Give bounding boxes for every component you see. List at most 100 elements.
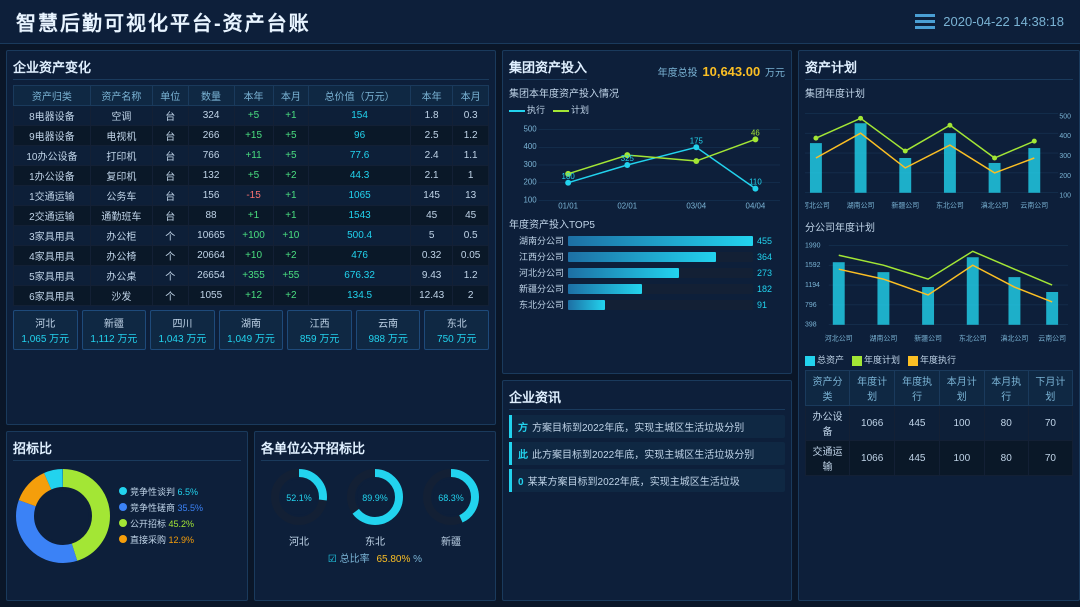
table-cell: 10办公设备	[14, 146, 91, 166]
table-cell: 4家具用具	[14, 246, 91, 266]
region-button[interactable]: 新疆1,112 万元	[82, 310, 147, 350]
top5-label: 湖南分公司	[509, 234, 564, 247]
table-cell: +5	[234, 106, 273, 126]
th-month-exec: 本月执行	[984, 371, 1028, 406]
table-cell: 44.3	[309, 166, 411, 186]
table-cell: 96	[309, 126, 411, 146]
table-cell: 45	[453, 206, 489, 226]
top5-bar-row: 河北分公司 273	[509, 266, 785, 279]
table-cell: 台	[152, 146, 188, 166]
table-cell: 台	[152, 206, 188, 226]
table-cell: 6家具用具	[14, 286, 91, 306]
table-cell: 办公椅	[90, 246, 152, 266]
plan-cell: 445	[895, 441, 940, 476]
table-cell: 1交通运输	[14, 186, 91, 206]
table-cell: 办公柜	[90, 226, 152, 246]
th-qty: 数量	[188, 86, 234, 106]
table-cell: 5家具用具	[14, 266, 91, 286]
pie-legend: 竞争性谈判 6.5% 竞争性磋商 35.5% 公开招标 45.2% 直接采购 1…	[119, 484, 203, 549]
th-month2: 本月	[453, 86, 489, 106]
svg-text:03/04: 03/04	[686, 201, 706, 209]
th-total: 总价值（万元）	[309, 86, 411, 106]
region-button[interactable]: 东北750 万元	[424, 310, 489, 350]
svg-text:300: 300	[523, 160, 537, 169]
th-year-exec: 年度执行	[895, 371, 940, 406]
table-cell: 1065	[309, 186, 411, 206]
line-chart: 500 400 300 200 100 01/01 02/01 03/04 04…	[509, 119, 785, 209]
th-name: 资产名称	[90, 86, 152, 106]
donuts-row: 52.1% 河北 89.9% 东北	[261, 466, 489, 548]
region-button[interactable]: 江西859 万元	[287, 310, 352, 350]
donut-dongbei-label: 东北	[344, 533, 406, 548]
news-text: 此方案目标到2022年底，实现主城区生活垃圾分别	[532, 450, 754, 461]
bottom-left: 招标比	[6, 431, 496, 601]
svg-text:89.9%: 89.9%	[362, 493, 388, 503]
svg-text:100: 100	[523, 195, 537, 204]
asset-plan-panel: 资产计划 集团年度计划 500 400 300 200 100	[798, 50, 1080, 601]
svg-text:东北公司: 东北公司	[959, 334, 987, 343]
table-cell: 1	[453, 166, 489, 186]
svg-text:1990: 1990	[805, 242, 821, 249]
public-bid-panel: 各单位公开招标比 52.1% 河北	[254, 431, 496, 601]
asset-change-title: 企业资产变化	[13, 57, 489, 80]
region-button[interactable]: 云南988 万元	[356, 310, 421, 350]
svg-text:01/01: 01/01	[558, 201, 578, 209]
news-num: 方	[518, 423, 528, 434]
top5-fill	[568, 252, 716, 262]
svg-text:500: 500	[1059, 113, 1071, 120]
table-cell: 26654	[188, 266, 234, 286]
group-asset-panel: 集团资产投入 年度总投 10,643.00 万元 集团本年度资产投入情况 执行 …	[502, 50, 792, 374]
plan-cell: 70	[1028, 406, 1072, 441]
table-cell: 2.1	[410, 166, 452, 186]
region-button[interactable]: 河北1,065 万元	[13, 310, 78, 350]
svg-text:200: 200	[1059, 173, 1071, 180]
table-cell: 500.4	[309, 226, 411, 246]
region-button[interactable]: 湖南1,049 万元	[219, 310, 284, 350]
plan-table: 资产分类 年度计划 年度执行 本月计划 本月执行 下月计划 办公设备106644…	[805, 370, 1073, 476]
table-cell: +15	[234, 126, 273, 146]
table-cell: 1.2	[453, 126, 489, 146]
table-cell: 145	[410, 186, 452, 206]
table-cell: +10	[273, 226, 309, 246]
top5-bar-row: 新疆分公司 182	[509, 282, 785, 295]
table-cell: 12.43	[410, 286, 452, 306]
svg-text:68.3%: 68.3%	[438, 493, 464, 503]
th-year-plan: 年度计划	[850, 371, 895, 406]
svg-text:1592: 1592	[805, 262, 821, 269]
header: 智慧后勤可视化平台-资产台账 2020-04-22 14:38:18	[0, 0, 1080, 44]
svg-text:400: 400	[523, 142, 537, 151]
plan-cell: 445	[895, 406, 940, 441]
table-cell: +355	[234, 266, 273, 286]
svg-text:滇北公司: 滇北公司	[1001, 334, 1029, 343]
top5-bar-row: 湖南分公司 455	[509, 234, 785, 247]
svg-text:02/01: 02/01	[617, 201, 637, 209]
table-cell: 134.5	[309, 286, 411, 306]
group-plan-title: 集团年度计划	[805, 85, 1073, 100]
table-cell: 个	[152, 286, 188, 306]
top5-fill	[568, 268, 679, 278]
table-cell: 20664	[188, 246, 234, 266]
table-cell: 324	[188, 106, 234, 126]
news-item: 方方案目标到2022年底，实现主城区生活垃圾分别	[509, 415, 785, 438]
top5-label: 新疆分公司	[509, 282, 564, 295]
table-cell: +1	[234, 206, 273, 226]
left-column: 企业资产变化 资产归类 资产名称 单位 数量 本年 本月 总价值（万元） 本年 …	[6, 50, 496, 601]
company-plan-chart: 1990 1592 1194 796 398	[805, 237, 1073, 347]
table-cell: 台	[152, 166, 188, 186]
svg-text:500: 500	[523, 124, 537, 133]
top5-track	[568, 268, 753, 278]
table-cell: +100	[234, 226, 273, 246]
news-text: 方案目标到2022年底，实现主城区生活垃圾分别	[532, 423, 744, 434]
svg-text:46: 46	[751, 128, 760, 137]
table-cell: 2.5	[410, 126, 452, 146]
plan-cell: 交通运输	[806, 441, 850, 476]
table-cell: +1	[273, 206, 309, 226]
region-button[interactable]: 四川1,043 万元	[150, 310, 215, 350]
table-cell: +55	[273, 266, 309, 286]
table-cell: 132	[188, 166, 234, 186]
plan-cell: 1066	[850, 406, 895, 441]
svg-text:52.1%: 52.1%	[286, 493, 312, 503]
region-row: 河北1,065 万元新疆1,112 万元四川1,043 万元湖南1,049 万元…	[13, 310, 489, 350]
table-cell: -15	[234, 186, 273, 206]
svg-text:400: 400	[1059, 133, 1071, 140]
